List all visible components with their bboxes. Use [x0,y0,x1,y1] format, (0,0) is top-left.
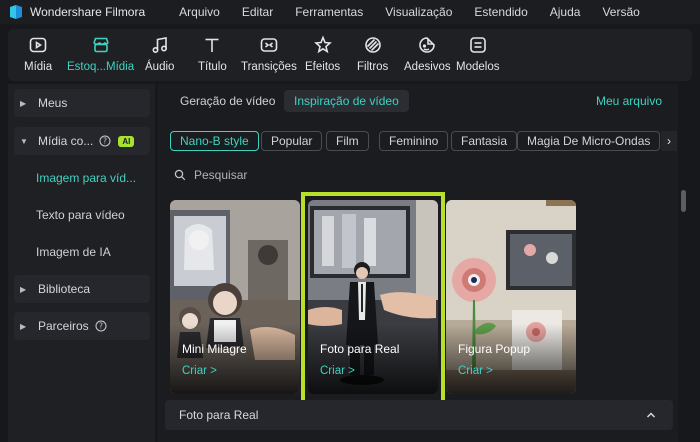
toolbar-media[interactable]: Mídia [24,35,52,77]
media-icon [29,37,47,53]
search-icon [174,169,186,181]
templates-icon [469,37,486,53]
sidebar-subitem-image-to-video[interactable]: Imagem para víd... [14,163,150,193]
chip-nano-b-style[interactable]: Nano-B style [170,131,259,151]
toolbar-templates[interactable]: Modelos [456,35,499,77]
chip-fantasia[interactable]: Fantasia [451,131,518,151]
help-icon: ? [99,135,111,147]
sidebar-subitem-text-to-video[interactable]: Texto para vídeo [14,200,150,230]
menu-arquivo[interactable]: Arquivo [179,5,220,19]
sidebar-item-label: Biblioteca [38,282,91,296]
toolbar-stickers[interactable]: Adesivos [404,35,451,77]
search-box[interactable] [174,165,374,185]
sidebar-item-biblioteca[interactable]: ▶ Biblioteca [14,275,150,303]
stock-media-icon [92,37,109,53]
template-card-figura-popup[interactable]: Figura Popup Criar > [446,200,576,394]
sidebar: ▶ Meus ▼ Mídia co... ? AI Imagem para ví… [8,84,155,442]
create-button[interactable]: Criar > [320,365,355,377]
help-icon: ? [95,320,107,332]
sidebar-item-parceiros[interactable]: ▶ Parceiros ? [14,312,150,340]
transitions-icon [260,38,278,52]
chip-magia-de-micro-ondas[interactable]: Magia De Micro-Ondas [517,131,661,151]
main-toolbar: Mídia Estoq...Mídia Áudio Título Transiç… [8,29,692,81]
preview-bar[interactable]: Foto para Real [165,400,673,430]
content-panel: Geração de vídeo Inspiração de vídeo Meu… [158,84,678,442]
preview-title: Foto para Real [179,408,259,422]
menu-versao[interactable]: Versão [602,5,639,19]
menu-ferramentas[interactable]: Ferramentas [295,5,363,19]
sidebar-item-label: Mídia co... [38,134,94,148]
filmora-logo [10,5,22,19]
title-bar: Wondershare Filmora Arquivo Editar Ferra… [0,0,700,24]
card-title: Foto para Real [320,342,400,356]
audio-icon [152,37,167,54]
chip-popular[interactable]: Popular [261,131,323,151]
toolbar-audio[interactable]: Áudio [145,35,174,77]
sidebar-item-label: Meus [38,96,68,110]
sidebar-item-meus[interactable]: ▶ Meus [14,89,150,117]
effects-icon [313,35,332,54]
chevron-up-icon[interactable] [645,409,657,421]
toolbar-stock-media[interactable]: Estoq...Mídia [67,35,134,77]
search-input[interactable] [194,168,364,182]
toolbar-filters[interactable]: Filtros [357,35,388,77]
sidebar-item-label: Parceiros [38,319,89,333]
menu-estendido[interactable]: Estendido [474,5,527,19]
card-title: Figura Popup [458,342,531,356]
tab-video-inspiration[interactable]: Inspiração de vídeo [284,90,409,112]
tab-video-generation[interactable]: Geração de vídeo [170,90,285,112]
toolbar-transitions[interactable]: Transições [241,35,297,77]
menu-editar[interactable]: Editar [242,5,273,19]
stickers-icon [419,37,436,53]
template-card-foto-para-real[interactable]: Foto para Real Criar > [308,200,438,394]
card-title: Mini Milagre [182,342,247,356]
chevron-right-icon[interactable]: › [661,131,677,151]
caret-right-icon: ▶ [20,284,27,294]
sidebar-item-midia[interactable]: ▼ Mídia co... ? AI [14,127,150,155]
menu-visualizacao[interactable]: Visualização [385,5,452,19]
my-file-link[interactable]: Meu arquivo [596,94,662,108]
scrollbar-thumb[interactable] [681,190,686,212]
svg-text:?: ? [99,322,103,331]
menu-ajuda[interactable]: Ajuda [550,5,581,19]
chip-film[interactable]: Film [326,131,369,151]
toolbar-title[interactable]: Título [198,35,227,77]
sidebar-subitem-ai-image[interactable]: Imagem de IA [14,237,150,267]
caret-right-icon: ▶ [20,321,27,331]
title-icon [205,38,219,52]
create-button[interactable]: Criar > [458,365,493,377]
svg-text:?: ? [103,137,107,146]
app-title: Wondershare Filmora [30,5,146,19]
toolbar-effects[interactable]: Efeitos [305,35,340,77]
template-card-mini-milagre[interactable]: Mini Milagre Criar > [170,200,300,394]
chip-feminino[interactable]: Feminino [379,131,449,151]
caret-down-icon: ▼ [20,136,28,146]
create-button[interactable]: Criar > [182,365,217,377]
caret-right-icon: ▶ [20,98,27,108]
ai-badge: AI [118,135,135,147]
filters-icon [364,37,381,53]
